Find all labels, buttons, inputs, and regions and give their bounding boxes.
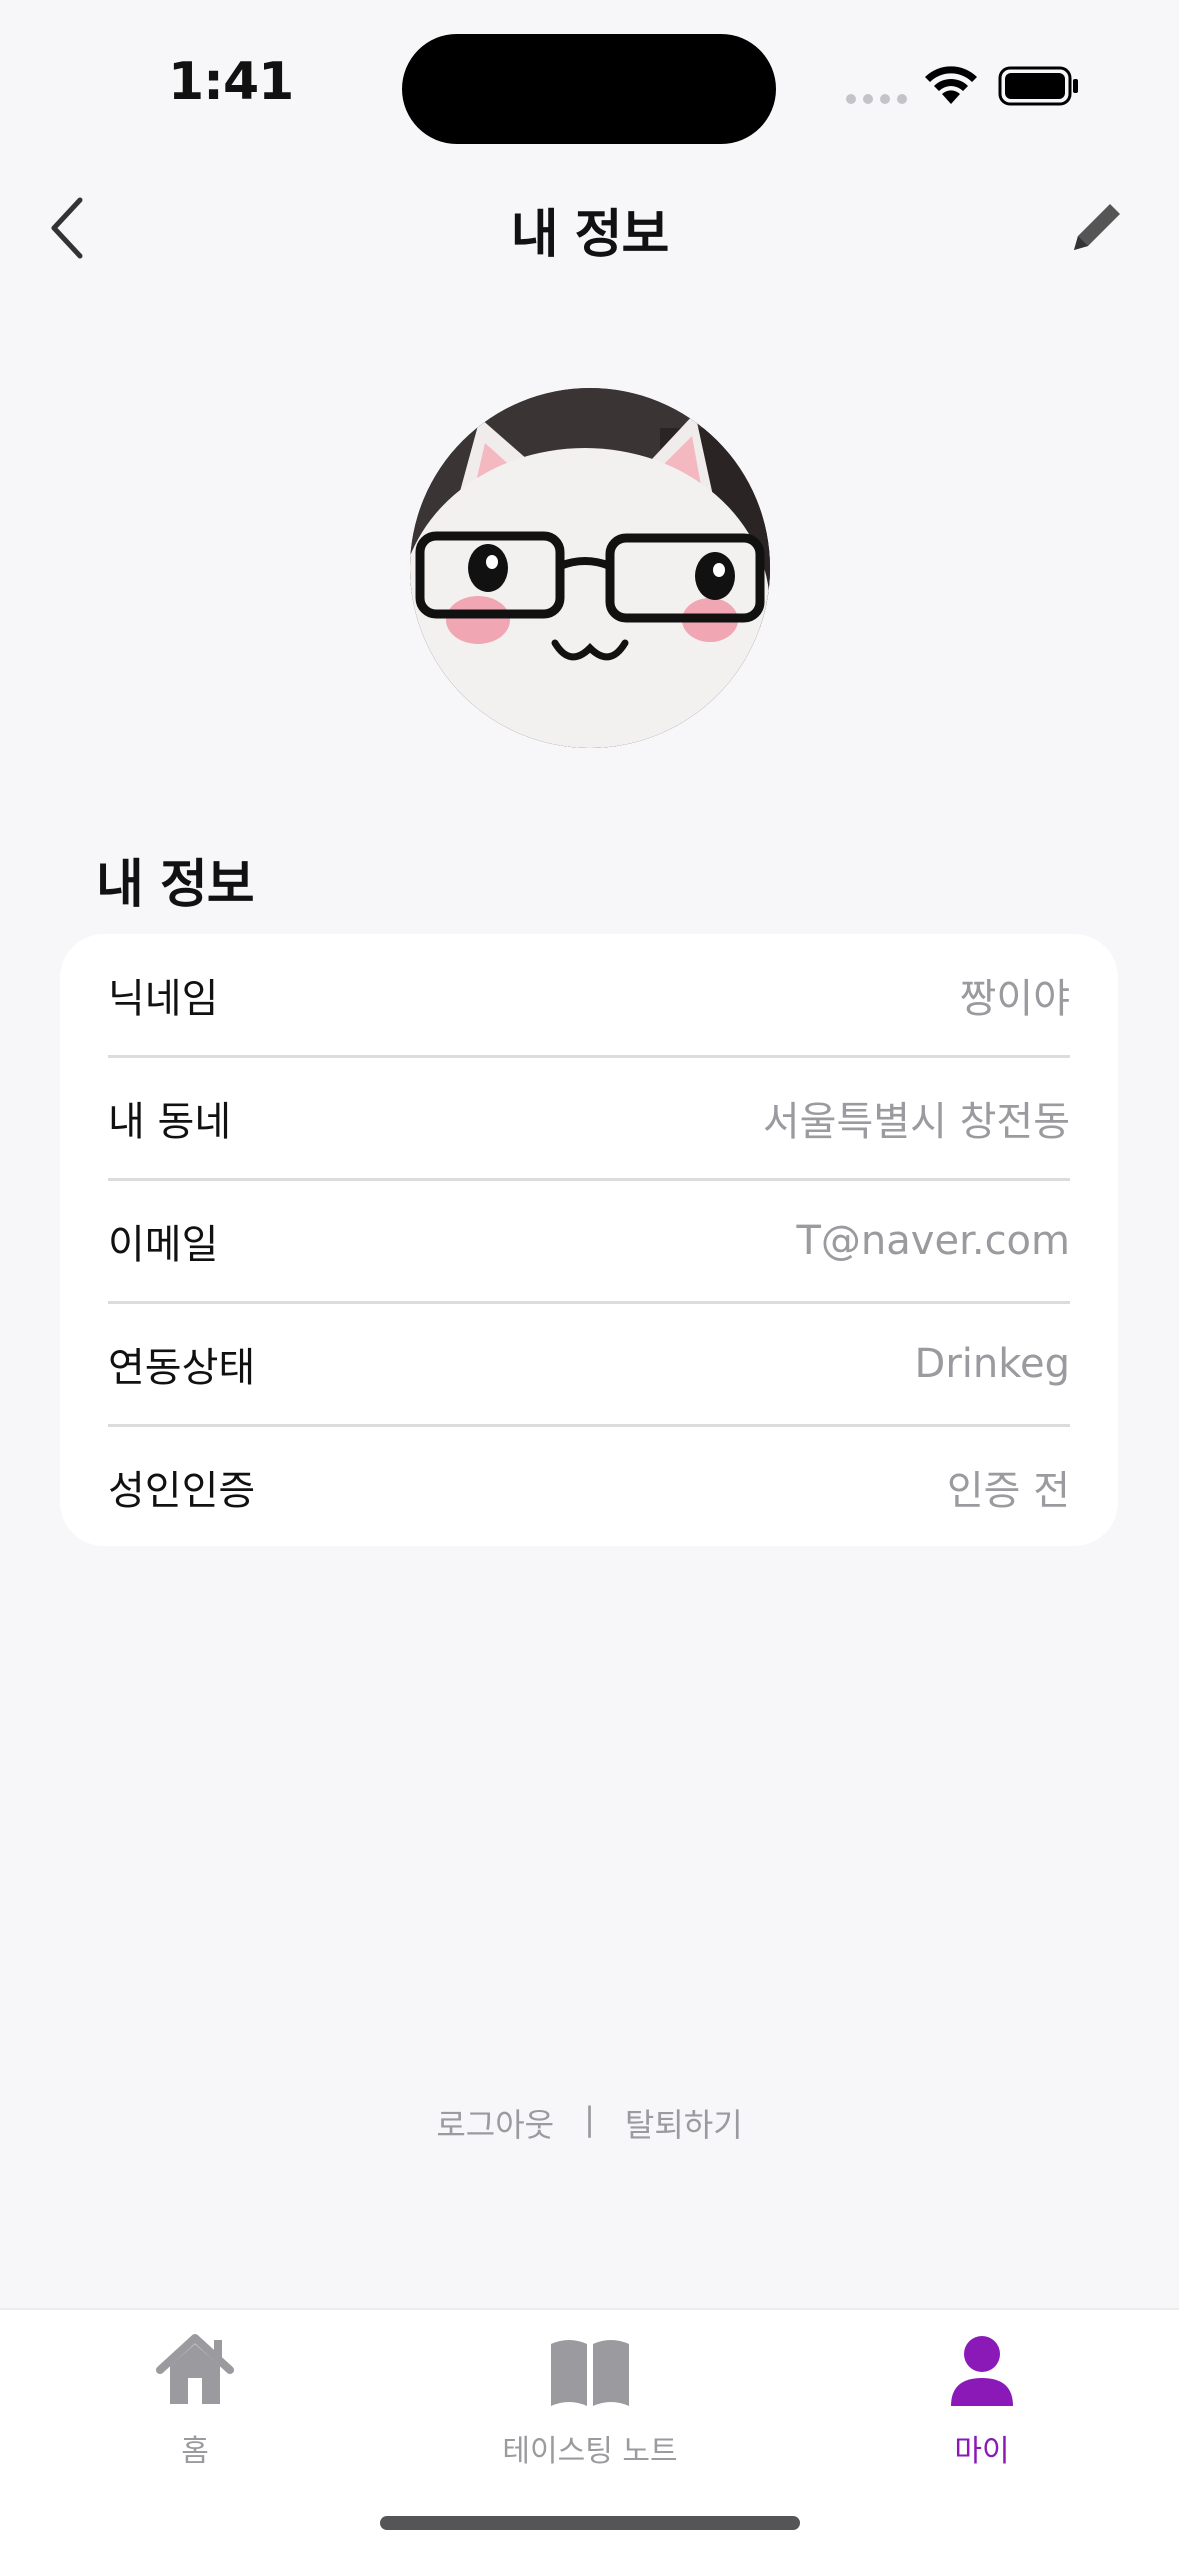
row-value: 짱이야 bbox=[959, 976, 1070, 1022]
status-time: 1:41 bbox=[168, 52, 294, 112]
profile-avatar[interactable] bbox=[410, 388, 770, 748]
row-label: 닉네임 bbox=[108, 976, 219, 1022]
row-label: 연동상태 bbox=[108, 1345, 256, 1391]
row-value: 서울특별시 창전동 bbox=[762, 1099, 1070, 1145]
book-icon bbox=[551, 2340, 629, 2406]
link-separator: | bbox=[584, 2100, 595, 2138]
tab-label: 홈 bbox=[181, 2434, 209, 2469]
tab-tasting-note[interactable]: 테이스팅 노트 bbox=[440, 2326, 740, 2486]
person-icon bbox=[951, 2336, 1013, 2406]
row-value: T@naver.com bbox=[796, 1218, 1071, 1264]
row-label: 내 동네 bbox=[108, 1099, 232, 1145]
battery-icon bbox=[998, 66, 1078, 106]
row-value: 인증 전 bbox=[946, 1468, 1070, 1514]
home-indicator[interactable] bbox=[380, 2516, 800, 2530]
tab-label: 테이스팅 노트 bbox=[502, 2434, 678, 2469]
row-label: 성인인증 bbox=[108, 1468, 256, 1514]
wifi-icon bbox=[925, 66, 977, 104]
tab-home[interactable]: 홈 bbox=[45, 2326, 345, 2486]
dynamic-island bbox=[402, 34, 776, 144]
info-card: 닉네임 짱이야 내 동네 서울특별시 창전동 이메일 T@naver.com 연… bbox=[60, 934, 1118, 1546]
tab-label: 마이 bbox=[954, 2434, 1010, 2469]
row-label: 이메일 bbox=[108, 1222, 219, 1268]
account-actions: 로그아웃 | 탈퇴하기 bbox=[0, 2100, 1179, 2146]
logout-link[interactable]: 로그아웃 bbox=[436, 2100, 554, 2146]
neighborhood-row[interactable]: 내 동네 서울특별시 창전동 bbox=[108, 1057, 1070, 1179]
cat-plush-photo bbox=[410, 388, 770, 748]
pencil-icon[interactable] bbox=[1066, 196, 1128, 258]
page-title: 내 정보 bbox=[510, 205, 670, 265]
adult-verification-row[interactable]: 성인인증 인증 전 bbox=[108, 1426, 1070, 1548]
row-value: Drinkeg bbox=[914, 1341, 1070, 1387]
tab-my[interactable]: 마이 bbox=[832, 2326, 1132, 2486]
cellular-signal-icon bbox=[846, 94, 907, 104]
nickname-row[interactable]: 닉네임 짱이야 bbox=[108, 934, 1070, 1056]
home-icon bbox=[156, 2334, 234, 2404]
email-row[interactable]: 이메일 T@naver.com bbox=[108, 1180, 1070, 1302]
section-title: 내 정보 bbox=[96, 855, 255, 915]
withdraw-link[interactable]: 탈퇴하기 bbox=[625, 2100, 743, 2146]
link-status-row[interactable]: 연동상태 Drinkeg bbox=[108, 1303, 1070, 1425]
my-info-screen: 1:41 내 정보 내 정보 닉네임 짱이야 내 동네 서울특별시 창전동 이메… bbox=[0, 0, 1179, 2556]
